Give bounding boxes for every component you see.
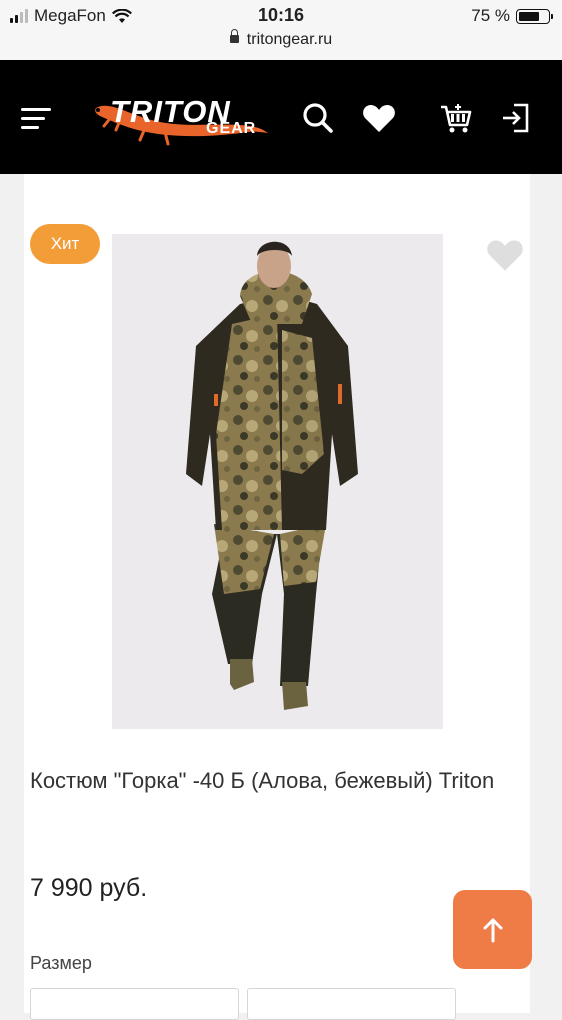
address-bar[interactable]: tritongear.ru (0, 29, 562, 49)
size-option[interactable] (30, 988, 239, 1020)
battery-percent: 75 % (471, 6, 510, 25)
product-image[interactable] (112, 234, 443, 729)
cart-button[interactable] (436, 98, 476, 138)
add-to-favorites-button[interactable] (486, 238, 524, 274)
menu-icon-line (21, 108, 51, 111)
arrow-up-icon (483, 918, 502, 942)
menu-button[interactable] (18, 98, 58, 138)
size-option[interactable] (247, 988, 456, 1020)
site-header: TRITON GEAR (0, 60, 562, 174)
status-bar: MegaFon 10:16 75 % tritongear.ru (0, 0, 562, 60)
cart-icon (441, 104, 472, 133)
scroll-to-top-button[interactable] (453, 890, 532, 969)
battery-icon (516, 8, 553, 24)
logo[interactable]: TRITON GEAR (90, 86, 270, 148)
favorites-button[interactable] (359, 98, 399, 138)
product-photo (186, 241, 358, 710)
hit-badge: Хит (30, 224, 100, 264)
menu-icon-line (21, 126, 39, 129)
product-price: 7 990 руб. (30, 874, 148, 902)
url-text: tritongear.ru (246, 31, 333, 48)
lock-icon (229, 29, 239, 43)
logo-subtitle: GEAR (206, 120, 257, 137)
login-icon (503, 103, 529, 133)
product-title[interactable]: Костюм "Горка" -40 Б (Алова, бежевый) Tr… (30, 762, 510, 800)
size-label: Размер (30, 953, 92, 973)
previous-card-edge (24, 174, 530, 195)
menu-icon-line (21, 117, 45, 120)
search-icon (303, 103, 333, 133)
search-button[interactable] (298, 98, 338, 138)
battery-info: 75 % (471, 6, 553, 26)
heart-icon (487, 240, 523, 271)
login-button[interactable] (496, 98, 536, 138)
heart-icon (363, 104, 395, 132)
